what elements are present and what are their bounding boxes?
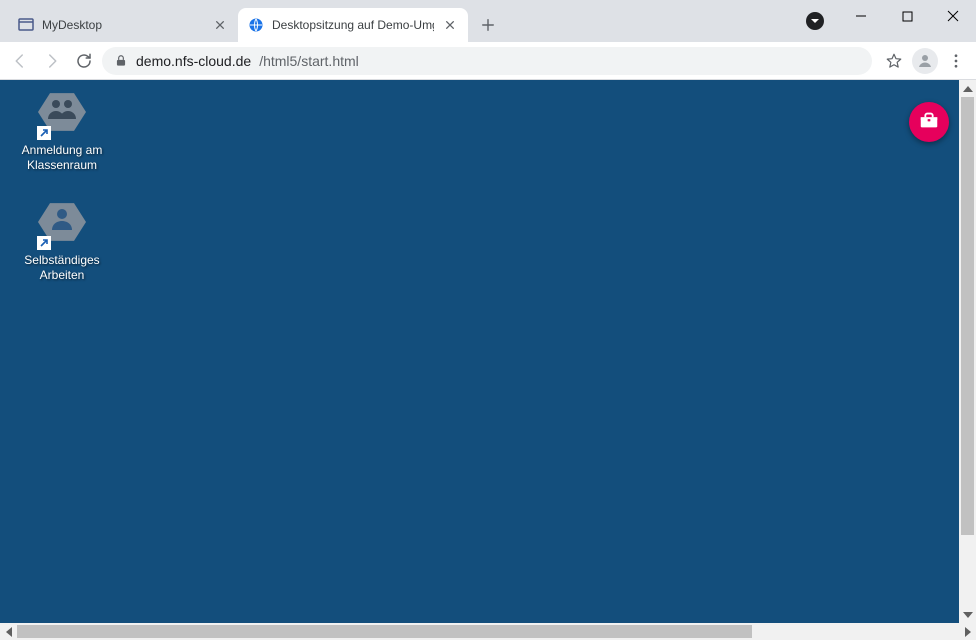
vertical-scroll-thumb[interactable] xyxy=(961,97,974,535)
tab-title: Desktopsitzung auf Demo-Umge xyxy=(272,18,434,32)
reload-button[interactable] xyxy=(70,47,98,75)
browser-toolbar: demo.nfs-cloud.de/html5/start.html xyxy=(0,42,976,80)
new-tab-button[interactable] xyxy=(474,11,502,39)
back-button[interactable] xyxy=(6,47,34,75)
toolbox-icon xyxy=(918,109,940,136)
window-titlebar: MyDesktop Desktopsitzung auf Demo-Umge xyxy=(0,0,976,42)
desktop-shortcut-classroom[interactable]: Anmeldung am Klassenraum xyxy=(12,91,112,173)
minimize-button[interactable] xyxy=(838,0,884,32)
horizontal-scroll-thumb[interactable] xyxy=(17,625,752,638)
browser-tab-desktopsession[interactable]: Desktopsitzung auf Demo-Umge xyxy=(238,8,468,42)
tab-strip: MyDesktop Desktopsitzung auf Demo-Umge xyxy=(0,0,502,42)
single-user-icon xyxy=(38,201,86,249)
url-host: demo.nfs-cloud.de xyxy=(136,53,251,69)
horizontal-scrollbar[interactable] xyxy=(0,623,976,640)
browser-tab-mydesktop[interactable]: MyDesktop xyxy=(8,8,238,42)
horizontal-scroll-track[interactable] xyxy=(17,623,959,640)
toolbox-fab-button[interactable] xyxy=(909,102,949,142)
shortcut-arrow-icon xyxy=(37,126,51,140)
profile-avatar-button[interactable] xyxy=(912,48,938,74)
forward-button[interactable] xyxy=(38,47,66,75)
address-bar[interactable]: demo.nfs-cloud.de/html5/start.html xyxy=(102,47,872,75)
close-icon[interactable] xyxy=(212,17,228,33)
globe-icon xyxy=(248,17,264,33)
desktop-shortcut-label: Anmeldung am Klassenraum xyxy=(12,143,112,173)
window-controls xyxy=(838,0,976,32)
vertical-scroll-track[interactable] xyxy=(959,97,976,606)
vertical-scrollbar[interactable] xyxy=(959,80,976,623)
bookmark-star-button[interactable] xyxy=(880,47,908,75)
desktop-shortcut-selfwork[interactable]: Selbständiges Arbeiten xyxy=(12,201,112,283)
kebab-menu-button[interactable] xyxy=(942,47,970,75)
desktop-shortcut-label: Selbständiges Arbeiten xyxy=(12,253,112,283)
desktop-icons-area: Anmeldung am Klassenraum Selbständiges A… xyxy=(12,88,122,311)
scroll-left-button[interactable] xyxy=(0,623,17,640)
shortcut-arrow-icon xyxy=(37,236,51,250)
lock-icon xyxy=(114,54,128,68)
page-viewport-container: Anmeldung am Klassenraum Selbständiges A… xyxy=(0,80,976,623)
remote-desktop-viewport[interactable]: Anmeldung am Klassenraum Selbständiges A… xyxy=(0,80,959,623)
scroll-down-button[interactable] xyxy=(959,606,976,623)
scroll-right-button[interactable] xyxy=(959,623,976,640)
search-tabs-button[interactable] xyxy=(806,12,824,30)
url-path: /html5/start.html xyxy=(259,53,359,69)
scroll-up-button[interactable] xyxy=(959,80,976,97)
app-window-icon xyxy=(18,17,34,33)
close-window-button[interactable] xyxy=(930,0,976,32)
maximize-button[interactable] xyxy=(884,0,930,32)
close-icon[interactable] xyxy=(442,17,458,33)
tab-title: MyDesktop xyxy=(42,18,204,32)
classroom-icon xyxy=(38,91,86,139)
